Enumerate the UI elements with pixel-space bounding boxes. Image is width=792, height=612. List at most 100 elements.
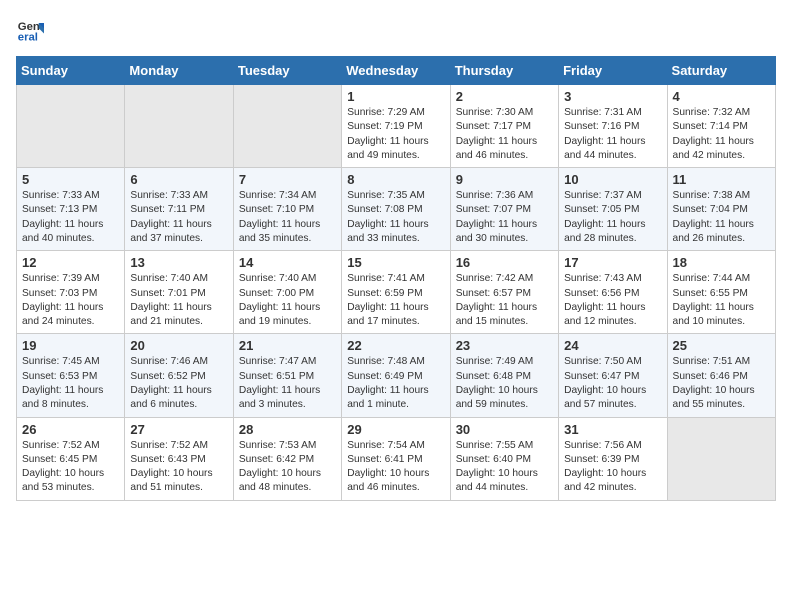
day-info: Sunrise: 7:38 AM Sunset: 7:04 PM Dayligh…: [673, 189, 770, 246]
calendar-cell: 3Sunrise: 7:31 AM Sunset: 7:16 PM Daylig…: [559, 85, 667, 168]
calendar-cell: 2Sunrise: 7:30 AM Sunset: 7:17 PM Daylig…: [450, 85, 558, 168]
day-info: Sunrise: 7:51 AM Sunset: 6:46 PM Dayligh…: [673, 355, 770, 412]
day-number: 7: [239, 172, 336, 187]
calendar-cell: 24 Sunrise: 7:50 AM Sunset: 6:47 PM Dayli…: [559, 334, 667, 417]
day-number: 23: [456, 338, 553, 353]
day-info: Sunrise: 7:49 AM Sunset: 6:48 PM Dayligh…: [456, 355, 553, 412]
calendar-week-row: 12 Sunrise: 7:39 AM Sunset: 7:03 PM Dayli…: [17, 251, 776, 334]
day-number: 21: [239, 338, 336, 353]
day-number: 16: [456, 255, 553, 270]
day-info: Sunrise: 7:33 AM Sunset: 7:11 PM Dayligh…: [130, 189, 227, 246]
calendar-cell: 8 Sunrise: 7:35 AM Sunset: 7:08 PM Daylig…: [342, 168, 450, 251]
calendar-cell: 7 Sunrise: 7:34 AM Sunset: 7:10 PM Daylig…: [233, 168, 341, 251]
calendar-cell: 30Sunrise: 7:55 AM Sunset: 6:40 PM Dayli…: [450, 417, 558, 500]
weekday-header: Thursday: [450, 57, 558, 85]
day-number: 10: [564, 172, 661, 187]
day-number: 6: [130, 172, 227, 187]
calendar-cell: 26 Sunrise: 7:52 AM Sunset: 6:45 PM Dayli…: [17, 417, 125, 500]
calendar-cell: 27 Sunrise: 7:52 AM Sunset: 6:43 PM Dayli…: [125, 417, 233, 500]
svg-text:eral: eral: [18, 32, 38, 44]
logo-icon: Gen eral: [16, 16, 44, 44]
calendar-cell: 16Sunrise: 7:42 AM Sunset: 6:57 PM Dayli…: [450, 251, 558, 334]
calendar-cell: 9Sunrise: 7:36 AM Sunset: 7:07 PM Daylig…: [450, 168, 558, 251]
calendar-cell: 18 Sunrise: 7:44 AM Sunset: 6:55 PM Dayli…: [667, 251, 775, 334]
calendar-cell: 20Sunrise: 7:46 AM Sunset: 6:52 PM Dayli…: [125, 334, 233, 417]
day-number: 17: [564, 255, 661, 270]
calendar-cell: [17, 85, 125, 168]
day-info: Sunrise: 7:40 AM Sunset: 7:01 PM Dayligh…: [130, 272, 227, 329]
calendar-cell: 29 Sunrise: 7:54 AM Sunset: 6:41 PM Dayli…: [342, 417, 450, 500]
calendar-cell: 5Sunrise: 7:33 AM Sunset: 7:13 PM Daylig…: [17, 168, 125, 251]
calendar-cell: [667, 417, 775, 500]
day-number: 25: [673, 338, 770, 353]
day-number: 28: [239, 422, 336, 437]
day-info: Sunrise: 7:41 AM Sunset: 6:59 PM Dayligh…: [347, 272, 444, 329]
logo: Gen eral: [16, 16, 48, 44]
calendar-cell: 25 Sunrise: 7:51 AM Sunset: 6:46 PM Dayli…: [667, 334, 775, 417]
day-number: 11: [673, 172, 770, 187]
day-number: 5: [22, 172, 119, 187]
day-info: Sunrise: 7:43 AM Sunset: 6:56 PM Dayligh…: [564, 272, 661, 329]
day-info: Sunrise: 7:44 AM Sunset: 6:55 PM Dayligh…: [673, 272, 770, 329]
calendar-cell: 17 Sunrise: 7:43 AM Sunset: 6:56 PM Dayli…: [559, 251, 667, 334]
day-number: 22: [347, 338, 444, 353]
day-info: Sunrise: 7:56 AM Sunset: 6:39 PM Dayligh…: [564, 439, 661, 496]
calendar-cell: [125, 85, 233, 168]
day-info: Sunrise: 7:36 AM Sunset: 7:07 PM Dayligh…: [456, 189, 553, 246]
day-number: 31: [564, 422, 661, 437]
day-number: 20: [130, 338, 227, 353]
calendar-cell: 4 Sunrise: 7:32 AM Sunset: 7:14 PM Daylig…: [667, 85, 775, 168]
day-info: Sunrise: 7:54 AM Sunset: 6:41 PM Dayligh…: [347, 439, 444, 496]
day-info: Sunrise: 7:50 AM Sunset: 6:47 PM Dayligh…: [564, 355, 661, 412]
calendar-cell: 22 Sunrise: 7:48 AM Sunset: 6:49 PM Dayli…: [342, 334, 450, 417]
day-number: 24: [564, 338, 661, 353]
calendar-week-row: 19Sunrise: 7:45 AM Sunset: 6:53 PM Dayli…: [17, 334, 776, 417]
calendar-week-row: 26 Sunrise: 7:52 AM Sunset: 6:45 PM Dayli…: [17, 417, 776, 500]
day-info: Sunrise: 7:31 AM Sunset: 7:16 PM Dayligh…: [564, 106, 661, 163]
day-info: Sunrise: 7:30 AM Sunset: 7:17 PM Dayligh…: [456, 106, 553, 163]
calendar-table: SundayMondayTuesdayWednesdayThursdayFrid…: [16, 56, 776, 501]
calendar-cell: 28 Sunrise: 7:53 AM Sunset: 6:42 PM Dayli…: [233, 417, 341, 500]
day-number: 18: [673, 255, 770, 270]
calendar-cell: 1Sunrise: 7:29 AM Sunset: 7:19 PM Daylig…: [342, 85, 450, 168]
day-info: Sunrise: 7:52 AM Sunset: 6:45 PM Dayligh…: [22, 439, 119, 496]
calendar-cell: 21 Sunrise: 7:47 AM Sunset: 6:51 PM Dayli…: [233, 334, 341, 417]
day-number: 14: [239, 255, 336, 270]
day-number: 4: [673, 89, 770, 104]
weekday-header: Tuesday: [233, 57, 341, 85]
calendar-cell: 31 Sunrise: 7:56 AM Sunset: 6:39 PM Dayli…: [559, 417, 667, 500]
calendar-week-row: 1Sunrise: 7:29 AM Sunset: 7:19 PM Daylig…: [17, 85, 776, 168]
page-header: Gen eral: [16, 16, 776, 44]
calendar-cell: 23 Sunrise: 7:49 AM Sunset: 6:48 PM Dayli…: [450, 334, 558, 417]
day-number: 8: [347, 172, 444, 187]
day-number: 15: [347, 255, 444, 270]
day-info: Sunrise: 7:39 AM Sunset: 7:03 PM Dayligh…: [22, 272, 119, 329]
weekday-header: Wednesday: [342, 57, 450, 85]
day-info: Sunrise: 7:52 AM Sunset: 6:43 PM Dayligh…: [130, 439, 227, 496]
day-number: 26: [22, 422, 119, 437]
weekday-header-row: SundayMondayTuesdayWednesdayThursdayFrid…: [17, 57, 776, 85]
calendar-cell: 10 Sunrise: 7:37 AM Sunset: 7:05 PM Dayli…: [559, 168, 667, 251]
calendar-cell: 14 Sunrise: 7:40 AM Sunset: 7:00 PM Dayli…: [233, 251, 341, 334]
day-number: 13: [130, 255, 227, 270]
day-info: Sunrise: 7:35 AM Sunset: 7:08 PM Dayligh…: [347, 189, 444, 246]
calendar-cell: 15 Sunrise: 7:41 AM Sunset: 6:59 PM Dayli…: [342, 251, 450, 334]
day-number: 27: [130, 422, 227, 437]
weekday-header: Saturday: [667, 57, 775, 85]
day-info: Sunrise: 7:40 AM Sunset: 7:00 PM Dayligh…: [239, 272, 336, 329]
calendar-cell: 12 Sunrise: 7:39 AM Sunset: 7:03 PM Dayli…: [17, 251, 125, 334]
weekday-header: Monday: [125, 57, 233, 85]
day-number: 29: [347, 422, 444, 437]
calendar-week-row: 5Sunrise: 7:33 AM Sunset: 7:13 PM Daylig…: [17, 168, 776, 251]
day-info: Sunrise: 7:32 AM Sunset: 7:14 PM Dayligh…: [673, 106, 770, 163]
day-info: Sunrise: 7:37 AM Sunset: 7:05 PM Dayligh…: [564, 189, 661, 246]
day-number: 12: [22, 255, 119, 270]
calendar-cell: 11 Sunrise: 7:38 AM Sunset: 7:04 PM Dayli…: [667, 168, 775, 251]
day-info: Sunrise: 7:47 AM Sunset: 6:51 PM Dayligh…: [239, 355, 336, 412]
day-info: Sunrise: 7:34 AM Sunset: 7:10 PM Dayligh…: [239, 189, 336, 246]
calendar-cell: 19Sunrise: 7:45 AM Sunset: 6:53 PM Dayli…: [17, 334, 125, 417]
day-number: 1: [347, 89, 444, 104]
weekday-header: Friday: [559, 57, 667, 85]
day-info: Sunrise: 7:53 AM Sunset: 6:42 PM Dayligh…: [239, 439, 336, 496]
day-info: Sunrise: 7:48 AM Sunset: 6:49 PM Dayligh…: [347, 355, 444, 412]
